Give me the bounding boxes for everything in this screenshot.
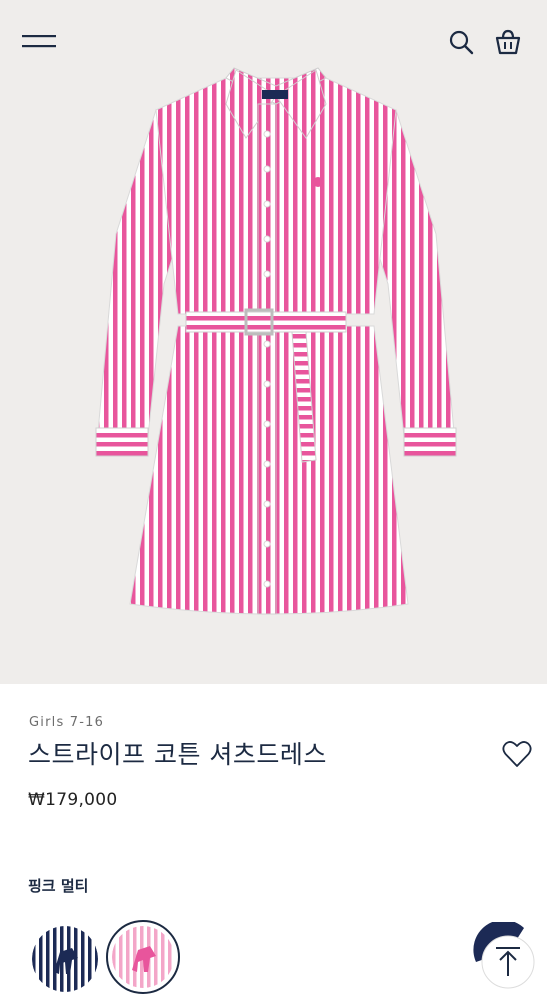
top-navigation bbox=[0, 0, 547, 84]
product-title: 스트라이프 코튼 셔츠드레스 bbox=[28, 740, 327, 769]
product-image-area bbox=[0, 0, 547, 684]
product-image[interactable] bbox=[86, 64, 466, 624]
color-swatch-pink[interactable] bbox=[112, 926, 174, 988]
arrow-up-icon[interactable] bbox=[470, 922, 538, 990]
heart-icon[interactable] bbox=[502, 740, 532, 768]
hamburger-menu-icon[interactable] bbox=[22, 30, 58, 54]
product-category: Girls 7-16 bbox=[29, 715, 105, 730]
shopping-bag-icon[interactable] bbox=[494, 29, 522, 55]
product-info: Girls 7-16 스트라이프 코튼 셔츠드레스 ₩179,000 핑크 멀티 bbox=[0, 684, 547, 1001]
search-icon[interactable] bbox=[448, 29, 474, 55]
product-price: ₩179,000 bbox=[28, 790, 118, 810]
selected-color-name: 핑크 멀티 bbox=[28, 877, 89, 895]
color-swatch-navy[interactable] bbox=[32, 926, 98, 992]
